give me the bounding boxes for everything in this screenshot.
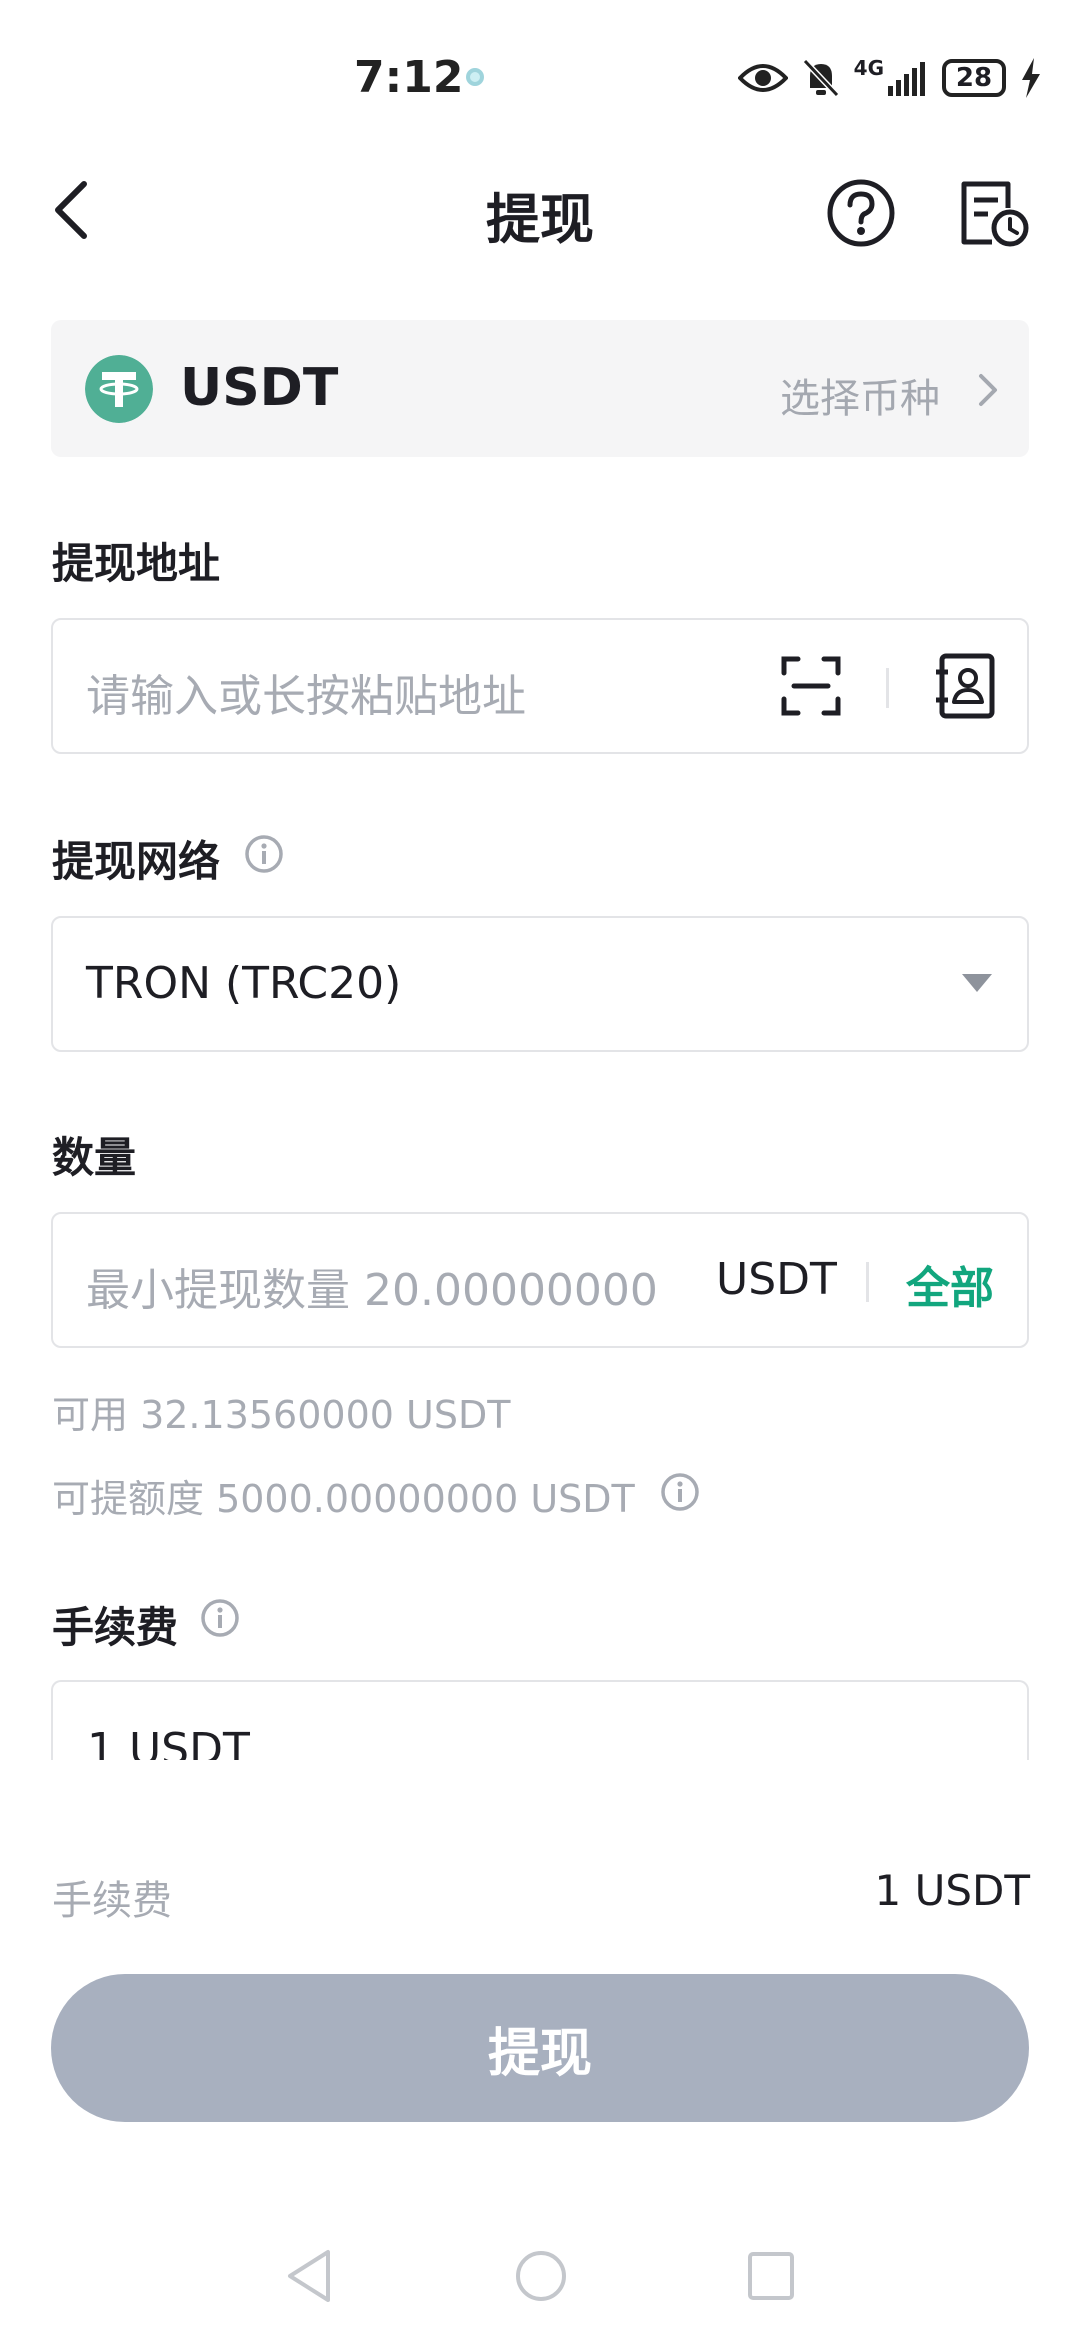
address-label: 提现地址	[52, 539, 221, 588]
summary-fee-label: 手续费	[52, 1878, 172, 1924]
status-time: 7:12	[354, 52, 464, 103]
chevron-right-icon	[979, 374, 997, 406]
summary-fee-value: 1 USDT	[874, 1866, 1030, 1915]
limit-info-icon[interactable]	[660, 1472, 700, 1512]
eye-icon	[737, 64, 788, 92]
dropdown-arrow-icon	[962, 974, 992, 992]
signal-icon	[888, 62, 925, 96]
network-value: TRON (TRC20)	[86, 958, 402, 1009]
network-label: 提现网络	[52, 837, 221, 886]
fee-info-icon[interactable]	[200, 1598, 240, 1638]
battery-level: 28	[955, 63, 993, 93]
address-divider	[886, 668, 889, 708]
fee-section-label: 手续费	[52, 1603, 179, 1652]
status-icons: 4G 28	[737, 50, 1042, 106]
amount-divider	[866, 1262, 869, 1302]
address-book-icon[interactable]	[934, 652, 998, 720]
battery-icon: 28	[942, 59, 1006, 97]
history-icon[interactable]	[958, 178, 1030, 248]
page-title: 提现	[486, 188, 594, 251]
nav-recents-icon[interactable]	[746, 2248, 796, 2304]
scan-icon[interactable]	[780, 655, 842, 717]
withdraw-limit: 可提额度 5000.00000000 USDT	[52, 1477, 635, 1521]
withdraw-submit-label: 提现	[487, 2023, 592, 2084]
amount-unit: USDT	[716, 1254, 837, 1305]
network-type: 4G	[853, 56, 884, 80]
available-balance: 可用 32.13560000 USDT	[52, 1393, 511, 1437]
status-indicator-dot	[466, 68, 484, 86]
charging-icon	[1022, 58, 1040, 98]
fee-field: 1 USDT	[51, 1680, 1029, 1760]
nav-back-icon[interactable]	[284, 2248, 334, 2304]
help-icon[interactable]	[826, 178, 896, 248]
max-amount-button[interactable]: 全部	[906, 1252, 994, 1316]
nav-home-icon[interactable]	[514, 2248, 568, 2304]
usdt-logo-icon	[85, 355, 153, 423]
fee-field-value: 1 USDT	[87, 1724, 250, 1760]
coin-symbol: USDT	[180, 358, 339, 418]
network-info-icon[interactable]	[244, 834, 284, 874]
amount-placeholder: 最小提现数量 20.00000000	[86, 1265, 658, 1316]
bell-muted-icon	[802, 58, 839, 98]
select-coin-label[interactable]: 选择币种	[780, 366, 940, 424]
withdraw-submit-button[interactable]: 提现	[51, 1974, 1029, 2122]
amount-label: 数量	[52, 1133, 137, 1182]
address-placeholder: 请输入或长按粘贴地址	[86, 671, 526, 722]
